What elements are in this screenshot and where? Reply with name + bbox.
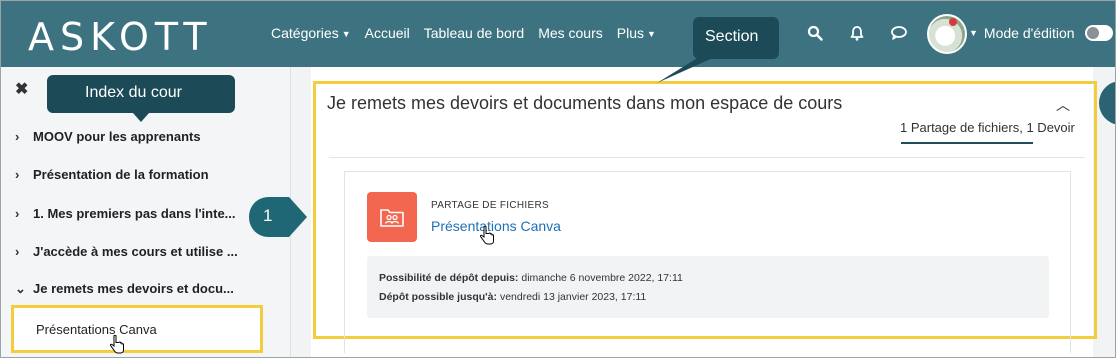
nav-icons <box>805 23 909 43</box>
sidebar-item-submit-work[interactable]: ⌄ Je remets mes devoirs et docu... <box>15 281 234 297</box>
screen-frame: ASKOTT Catégories ▼ Accueil Tableau de bo… <box>0 0 1116 358</box>
activity-link[interactable]: Présentations Canva <box>431 218 561 234</box>
chevron-down-icon: ▼ <box>341 29 351 39</box>
main-menu: Catégories ▼ Accueil Tableau de bord Mes … <box>271 25 656 41</box>
avatar-decoration <box>949 18 957 26</box>
section-tooltip: Section <box>693 17 779 59</box>
chevron-right-icon[interactable]: › <box>15 206 33 221</box>
hand-cursor-icon <box>110 335 124 354</box>
chevron-right-icon[interactable]: › <box>15 167 33 182</box>
course-index-tooltip: Index du cour <box>47 75 235 122</box>
activity-card: PARTAGE DE FICHIERS Présentations Canva … <box>344 171 1071 353</box>
menu-item-dashboard[interactable]: Tableau de bord <box>424 25 524 41</box>
user-avatar[interactable] <box>927 14 967 54</box>
sidebar-child-highlight: Présentations Canva <box>11 305 263 353</box>
chevron-down-icon[interactable]: ⌄ <box>15 281 33 297</box>
edit-mode-control: ▼ Mode d'édition <box>969 25 1113 41</box>
sidebar-item-moov[interactable]: › MOOV pour les apprenants <box>15 129 201 144</box>
bell-icon[interactable] <box>847 23 867 43</box>
hand-cursor-icon <box>480 226 494 245</box>
edit-mode-label: Mode d'édition <box>983 25 1075 41</box>
menu-item-categories[interactable]: Catégories ▼ <box>271 25 351 41</box>
site-logo[interactable]: ASKOTT <box>28 15 213 59</box>
sidebar-item-first-steps[interactable]: › 1. Mes premiers pas dans l'inte... <box>15 206 236 221</box>
section-summary[interactable]: 1 Partage de fichiers, 1 Devoir <box>900 120 1075 135</box>
chevron-up-icon[interactable]: ︿ <box>1056 95 1070 115</box>
due-date: Dépôt possible jusqu'à: vendredi 13 janv… <box>379 291 647 303</box>
edit-mode-toggle[interactable] <box>1084 25 1113 41</box>
activity-dates: Possibilité de dépôt depuis: dimanche 6 … <box>367 256 1049 318</box>
sidebar-item-presentations-canva[interactable]: Présentations Canva <box>36 322 157 337</box>
activity-type: PARTAGE DE FICHIERS <box>431 200 549 211</box>
chevron-right-icon[interactable]: › <box>15 129 33 144</box>
section-divider <box>329 157 1085 158</box>
callout-marker <box>249 197 307 237</box>
sidebar-item-presentation[interactable]: › Présentation de la formation <box>15 167 209 182</box>
summary-underline <box>901 142 1033 144</box>
sidebar-item-access-courses[interactable]: › J'accède à mes cours et utilise ... <box>15 244 238 259</box>
chevron-down-icon: ▼ <box>647 29 656 39</box>
user-menu-chevron-icon[interactable]: ▼ <box>969 28 978 38</box>
top-navbar: ASKOTT Catégories ▼ Accueil Tableau de bo… <box>1 1 1115 67</box>
menu-item-my-courses[interactable]: Mes cours <box>538 25 603 41</box>
tooltip-pointer <box>657 57 715 83</box>
search-icon[interactable] <box>805 23 825 43</box>
section-title: Je remets mes devoirs et documents dans … <box>327 93 843 113</box>
chat-icon[interactable] <box>889 23 909 43</box>
chevron-right-icon[interactable]: › <box>15 244 33 259</box>
callout-number: 1 <box>263 206 273 225</box>
menu-item-more[interactable]: Plus ▼ <box>617 25 656 41</box>
folder-share-icon[interactable] <box>367 192 417 242</box>
close-icon[interactable]: ✖ <box>15 79 28 99</box>
menu-item-home[interactable]: Accueil <box>365 25 410 41</box>
open-date: Possibilité de dépôt depuis: dimanche 6 … <box>379 272 683 284</box>
